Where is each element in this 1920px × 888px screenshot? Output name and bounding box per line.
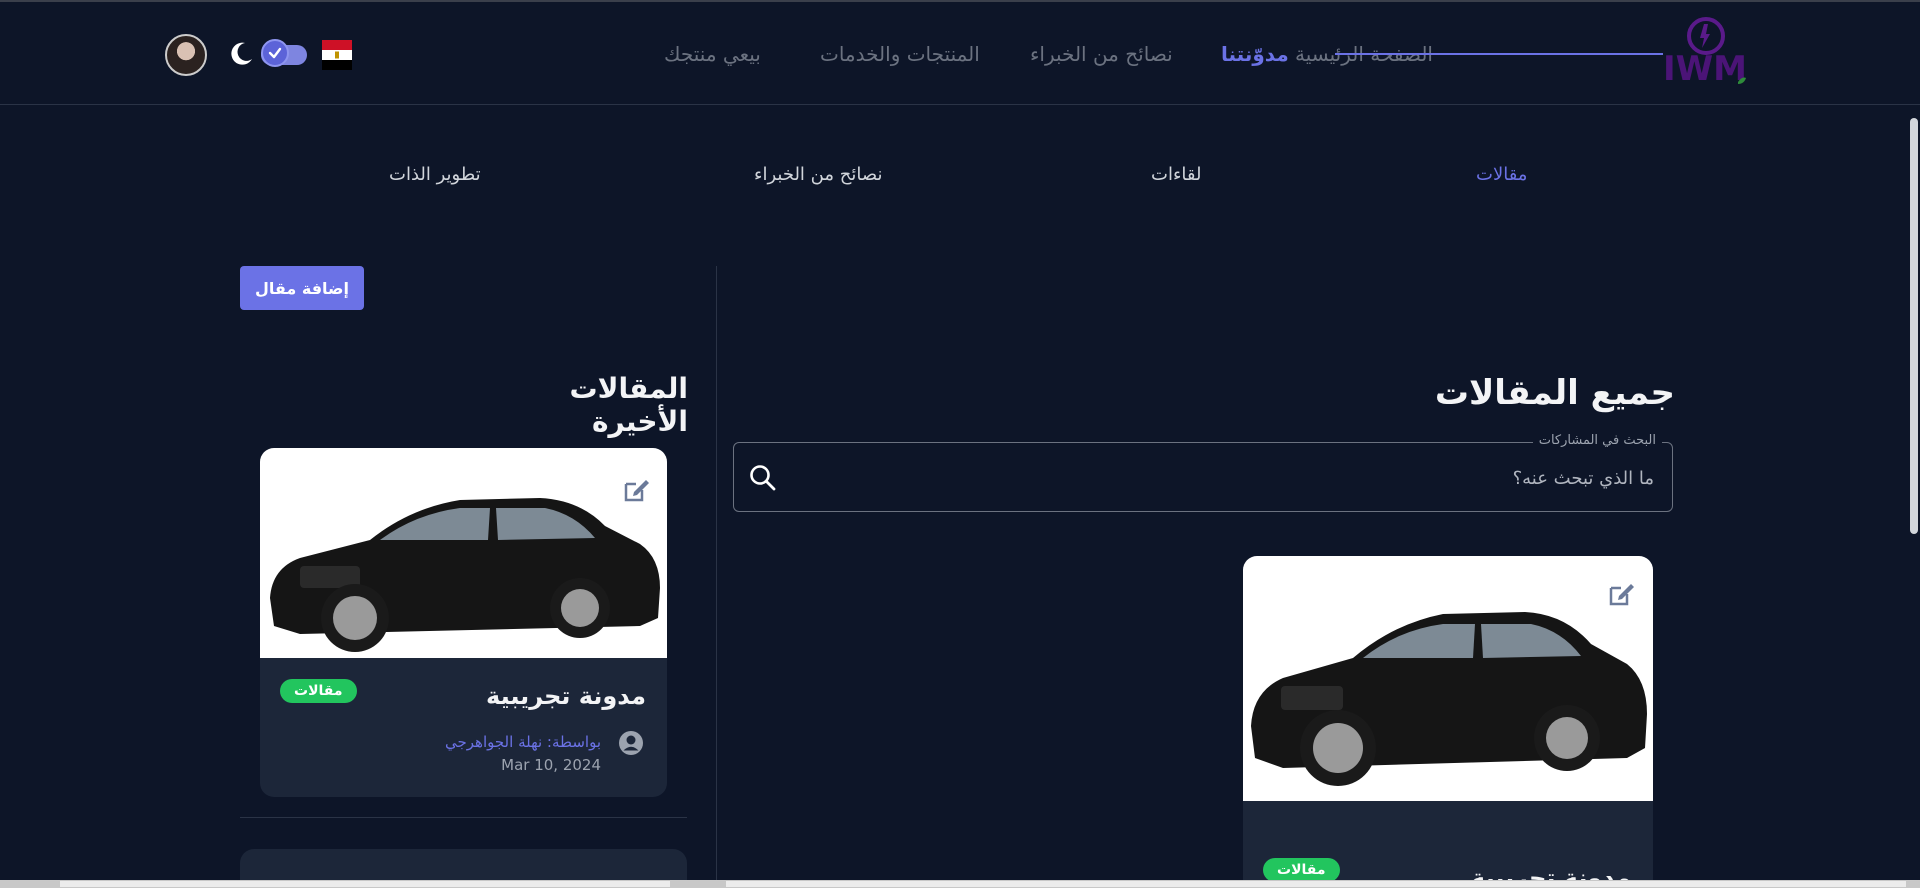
- recent-articles-heading: المقالات الأخيرة: [569, 372, 688, 438]
- tab-self-development[interactable]: تطوير الذات: [389, 164, 481, 185]
- search-icon[interactable]: [748, 463, 778, 493]
- search-field: البحث في المشاركات: [733, 433, 1673, 512]
- user-avatar[interactable]: [165, 34, 207, 76]
- tab-interviews[interactable]: لقاءات: [1151, 164, 1201, 185]
- add-article-button[interactable]: إضافة مقال: [240, 266, 364, 310]
- vertical-scrollbar[interactable]: [1910, 118, 1918, 534]
- edit-icon[interactable]: [1607, 580, 1635, 608]
- search-label: البحث في المشاركات: [1532, 433, 1662, 448]
- car-image: [1243, 556, 1653, 801]
- category-tabs: مقالات لقاءات نصائح من الخبراء تطوير الذ…: [270, 150, 1663, 206]
- search-input[interactable]: [834, 461, 1654, 495]
- nav-link-products-services[interactable]: المنتجات والخدمات: [820, 42, 980, 66]
- iwm-logo[interactable]: IWM: [1660, 12, 1750, 96]
- logo-text: IWM: [1663, 49, 1747, 89]
- column-divider: [716, 266, 717, 888]
- category-badge[interactable]: مقالات: [280, 679, 357, 703]
- article-card[interactable]: مدونة تجريبية مقالات: [1243, 556, 1653, 888]
- post-date: Mar 10, 2024: [501, 756, 601, 774]
- nav-link-blog[interactable]: مدوّنتنا: [1221, 42, 1289, 66]
- recent-article-card[interactable]: مدونة تجريبية مقالات بواسطة: نهلة الجواه…: [260, 448, 667, 797]
- moon-icon: [231, 42, 252, 65]
- nav-link-expert-tips[interactable]: نصائح من الخبراء: [1030, 42, 1173, 66]
- check-icon: [268, 47, 282, 59]
- nav-link-sell-product[interactable]: بيعي منتجك: [664, 42, 761, 66]
- recent-list-divider: [240, 817, 687, 818]
- user-circle-icon: [619, 731, 643, 755]
- egypt-flag-icon[interactable]: [322, 40, 352, 70]
- active-tab-indicator: [1335, 53, 1663, 55]
- horizontal-scrollbar-thumb-2[interactable]: [726, 881, 1906, 887]
- category-badge[interactable]: مقالات: [1263, 858, 1340, 882]
- card-title[interactable]: مدونة تجريبية: [486, 682, 646, 710]
- author-name[interactable]: بواسطة: نهلة الجواهرجي: [445, 733, 601, 751]
- edit-icon[interactable]: [622, 476, 650, 504]
- all-articles-heading: جميع المقالات: [1434, 373, 1675, 413]
- horizontal-scrollbar-thumb[interactable]: [60, 881, 670, 887]
- nav-utilities: [165, 34, 365, 76]
- tab-expert-tips[interactable]: نصائح من الخبراء: [754, 164, 882, 185]
- tab-articles[interactable]: مقالات: [1476, 164, 1527, 185]
- car-image: [260, 448, 667, 658]
- dark-mode-toggle[interactable]: [261, 39, 289, 67]
